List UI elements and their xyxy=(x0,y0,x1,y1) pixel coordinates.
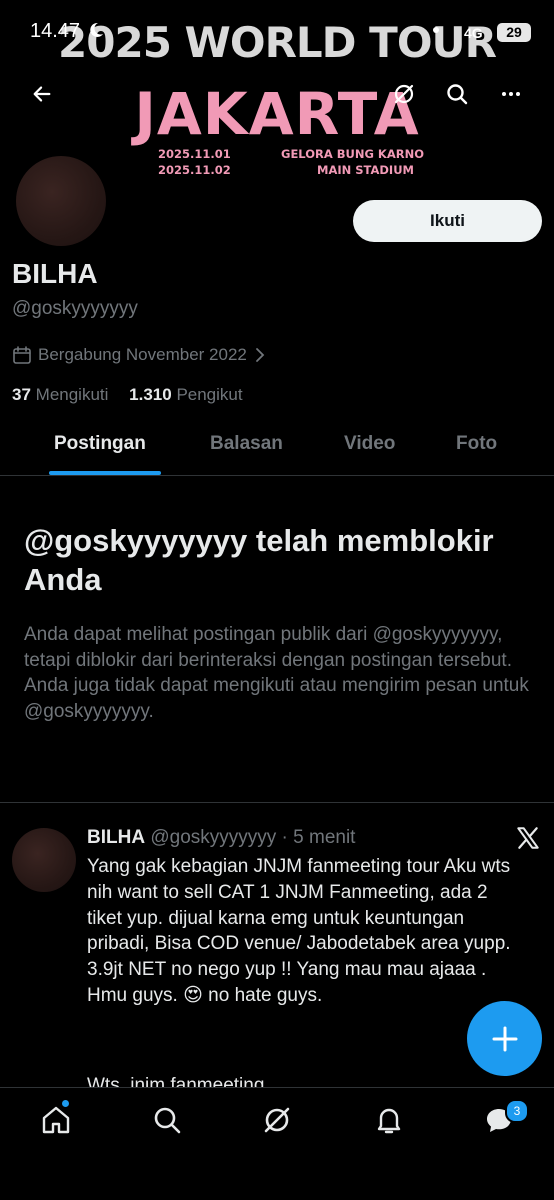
compose-post-button[interactable] xyxy=(467,1001,542,1076)
x-logo-icon xyxy=(517,827,539,849)
search-nav-icon[interactable] xyxy=(151,1104,183,1136)
back-arrow-icon xyxy=(33,86,51,102)
home-unread-dot xyxy=(62,1100,69,1107)
joined-date-label: Bergabung November 2022 xyxy=(38,345,247,364)
search-icon xyxy=(447,84,468,105)
tab-foto[interactable]: Foto xyxy=(456,433,497,455)
tab-video[interactable]: Video xyxy=(344,433,395,455)
chevron-right-icon xyxy=(255,348,265,362)
followers-count: 1.310 xyxy=(129,385,172,404)
following-label: Mengikuti xyxy=(35,385,109,404)
post-separator: · xyxy=(281,827,288,848)
notifications-bell-icon[interactable] xyxy=(373,1104,405,1136)
blocked-description: Anda dapat melihat postingan publik dari… xyxy=(24,624,529,722)
joined-date-row[interactable]: Bergabung November 2022 xyxy=(12,345,267,365)
banner-venue-1: GELORA BUNG KARNO xyxy=(281,147,424,161)
post-text-continued: Wts, jnjm fanmeeting xyxy=(87,1075,265,1087)
messages-badge: 3 xyxy=(505,1099,529,1123)
following-count: 37 xyxy=(12,385,31,404)
blocked-title: @goskyyyyyyy telah memblokir Anda xyxy=(24,523,494,597)
tab-postingan[interactable]: Postingan xyxy=(54,433,146,455)
profile-handle: @goskyyyyyyy xyxy=(12,298,138,319)
follow-stats: 37 Mengikuti 1.310 Pengikut xyxy=(12,385,243,405)
display-name: BILHA xyxy=(12,258,98,289)
post-author[interactable]: BILHA xyxy=(87,827,145,848)
calendar-icon xyxy=(13,346,31,364)
status-time: 14.47 xyxy=(30,20,81,42)
grok-icon xyxy=(394,84,414,104)
do-not-disturb-icon xyxy=(90,22,103,37)
post-header: BILHA @goskyyyyyyy · 5 menit xyxy=(87,827,355,849)
profile-avatar[interactable] xyxy=(12,152,110,250)
grok-nav-icon[interactable] xyxy=(261,1104,293,1136)
followers-link[interactable]: 1.310 Pengikut xyxy=(129,385,242,404)
post-handle: @goskyyyyyyy xyxy=(150,827,277,848)
back-button[interactable] xyxy=(24,76,60,112)
more-dots-icon xyxy=(502,92,520,96)
notification-dot-icon xyxy=(433,27,439,33)
post-avatar[interactable] xyxy=(12,828,76,892)
followers-label: Pengikut xyxy=(176,385,243,404)
tabs-divider xyxy=(0,475,554,476)
battery-indicator: 29 xyxy=(497,23,531,42)
banner-date-2: 2025.11.02 xyxy=(158,163,231,177)
grok-button[interactable] xyxy=(386,76,422,112)
banner-date-1: 2025.11.01 xyxy=(158,147,231,161)
home-icon[interactable] xyxy=(40,1104,72,1136)
search-button[interactable] xyxy=(439,76,475,112)
section-divider xyxy=(0,802,554,803)
following-link[interactable]: 37 Mengikuti xyxy=(12,385,108,404)
banner-venue-2: MAIN STADIUM xyxy=(317,163,414,177)
network-indicator: 4G xyxy=(464,25,483,41)
follow-button[interactable]: Ikuti xyxy=(353,200,542,242)
more-options-button[interactable] xyxy=(493,76,529,112)
tab-balasan[interactable]: Balasan xyxy=(210,433,283,455)
post-text[interactable]: Yang gak kebagian JNJM fanmeeting tour A… xyxy=(87,854,523,1009)
post-time: 5 menit xyxy=(293,827,356,848)
plus-icon xyxy=(492,1026,517,1051)
